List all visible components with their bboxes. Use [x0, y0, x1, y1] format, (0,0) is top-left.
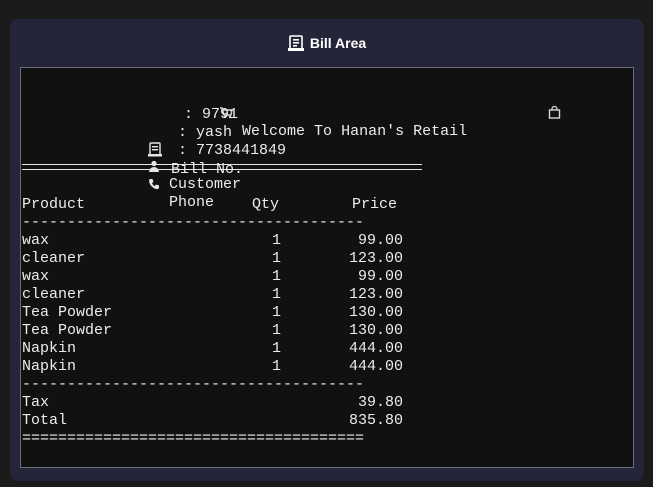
item-product: cleaner: [22, 286, 86, 303]
item-qty: 1: [272, 232, 282, 249]
bill-text-area[interactable]: Welcome To Hanan's Retail Bill No. : 979…: [20, 67, 634, 468]
item-product: Tea Powder: [22, 304, 113, 321]
item-product: wax: [22, 232, 50, 249]
welcome-text: Welcome To Hanan's Retail: [242, 123, 468, 140]
item-qty: 1: [272, 286, 282, 303]
item-qty: 1: [272, 358, 282, 375]
phone-value: 7738441849: [196, 142, 287, 159]
item-price: 130.00: [348, 304, 403, 321]
item-price: 99.00: [357, 268, 403, 285]
item-product: cleaner: [22, 250, 86, 267]
tax-value: 39.80: [357, 394, 403, 411]
item-qty: 1: [272, 322, 282, 339]
customer-value: yash: [196, 124, 233, 141]
item-price: 444.00: [348, 358, 403, 375]
customer-value-row: : yash: [178, 124, 233, 141]
shopping-bag-icon: [476, 88, 561, 143]
total-label: Total: [22, 412, 68, 429]
bill-area-panel: Bill Area Welcome To Hanan's Retail Bill…: [10, 19, 644, 481]
item-product: Napkin: [22, 358, 77, 375]
qty-header: Qty: [252, 196, 280, 213]
item-qty: 1: [272, 268, 282, 285]
phone-label: Phone: [169, 194, 215, 211]
item-product: Tea Powder: [22, 322, 113, 339]
panel-title: Bill Area: [309, 35, 367, 51]
panel-header: Bill Area: [10, 19, 644, 67]
item-qty: 1: [272, 340, 282, 357]
item-price: 123.00: [348, 250, 403, 267]
phone-value-row: : 7738441849: [178, 142, 287, 159]
equals-divider: ======================================: [22, 430, 365, 447]
item-price: 99.00: [357, 232, 403, 249]
bill-no-value: 9791: [202, 106, 239, 123]
item-price: 444.00: [348, 340, 403, 357]
tax-label: Tax: [22, 394, 50, 411]
item-qty: 1: [272, 304, 282, 321]
dash-divider: --------------------------------------: [22, 214, 365, 231]
product-header: Product: [22, 196, 86, 213]
price-header: Price: [352, 196, 398, 213]
bill-no-value-row: : 9791: [184, 106, 239, 123]
receipt-icon: [287, 34, 304, 52]
total-value: 835.80: [348, 412, 403, 429]
item-price: 123.00: [348, 286, 403, 303]
item-qty: 1: [272, 250, 282, 267]
item-price: 130.00: [348, 322, 403, 339]
dash-divider: --------------------------------------: [22, 376, 365, 393]
item-product: Napkin: [22, 340, 77, 357]
item-product: wax: [22, 268, 50, 285]
double-divider: [22, 164, 422, 170]
